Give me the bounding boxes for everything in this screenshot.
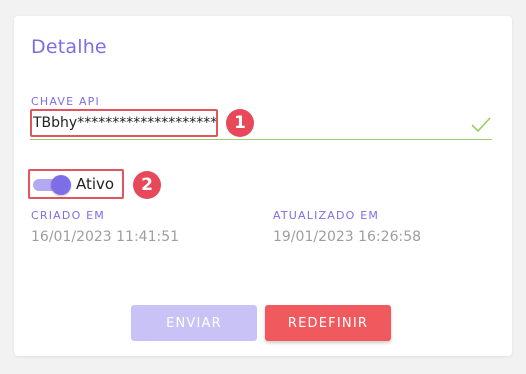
api-key-label: CHAVE API bbox=[31, 95, 100, 108]
annotation-marker-1: 1 bbox=[226, 109, 254, 137]
toggle-knob[interactable] bbox=[51, 175, 71, 195]
created-value: 16/01/2023 11:41:51 bbox=[31, 229, 180, 245]
api-key-field[interactable]: TBbhy********************* bbox=[30, 109, 492, 140]
status-toggle-label: Ativo bbox=[76, 175, 115, 193]
annotation-marker-2: 2 bbox=[133, 171, 161, 199]
updated-value: 19/01/2023 16:26:58 bbox=[273, 229, 422, 245]
reset-button[interactable]: REDEFINIR bbox=[265, 305, 391, 341]
card-title: Detalhe bbox=[31, 36, 107, 58]
api-key-value[interactable]: TBbhy********************* bbox=[30, 109, 218, 137]
created-label: CRIADO EM bbox=[31, 209, 105, 222]
send-button[interactable]: ENVIAR bbox=[131, 305, 257, 341]
check-icon bbox=[471, 117, 491, 133]
detail-card: Detalhe CHAVE API TBbhy*****************… bbox=[14, 16, 512, 356]
status-toggle[interactable]: Ativo bbox=[28, 169, 124, 199]
updated-label: ATUALIZADO EM bbox=[273, 209, 380, 222]
